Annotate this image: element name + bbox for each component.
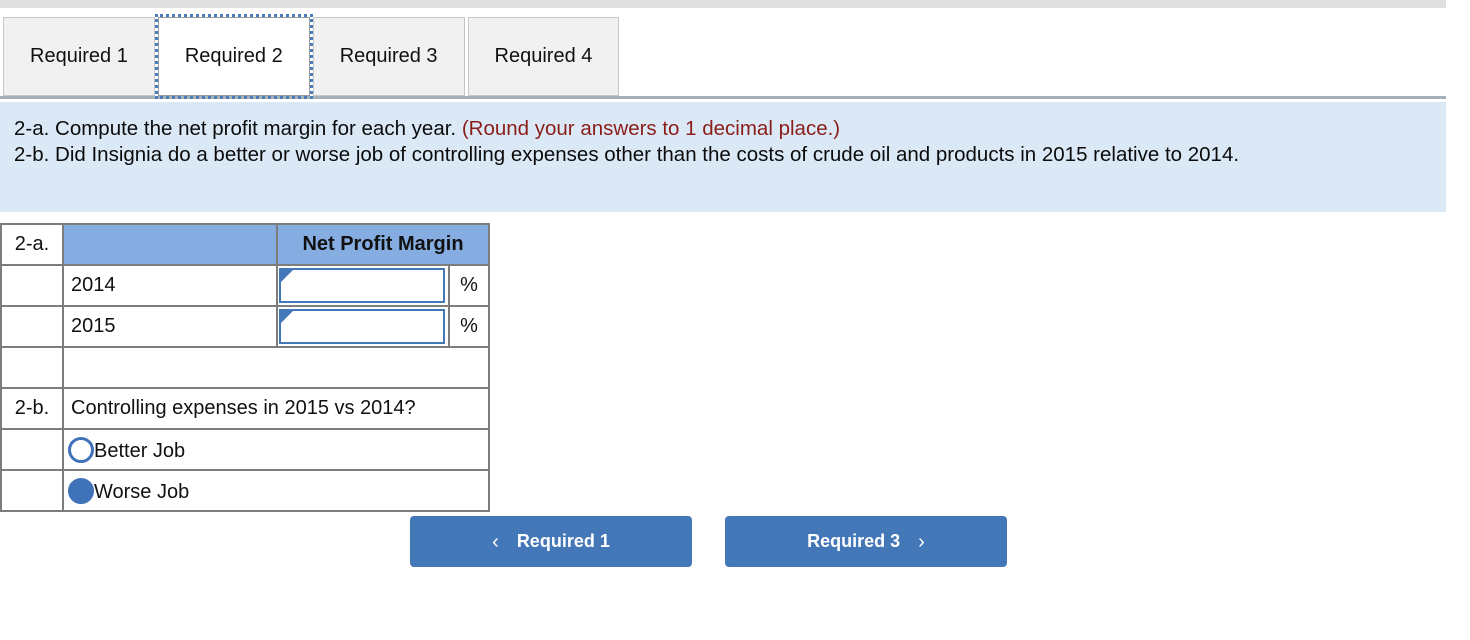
prev-button-label: Required 1 [516, 531, 610, 551]
table-row: 2014 % [0, 264, 490, 307]
part-b-label: 2-b. [0, 387, 64, 430]
npm-2014-input[interactable] [281, 270, 443, 301]
option-worse-job[interactable]: Worse Job [62, 469, 490, 512]
part-a-label: 2-a. [0, 223, 64, 266]
npm-2014-input-box[interactable] [279, 268, 445, 303]
tab-required-2[interactable]: Required 2 [154, 14, 313, 99]
instructions-panel: 2-a. Compute the net profit margin for e… [0, 102, 1446, 212]
row-label-empty [0, 305, 64, 348]
top-gray-strip [0, 0, 1446, 8]
next-button-label: Required 3 [807, 531, 901, 551]
tab-bar: Required 1 Required 2 Required 3 Require… [0, 8, 1446, 99]
percent-symbol-2014: % [448, 264, 490, 307]
instruction-a-rounding-note: (Round your answers to 1 decimal place.) [461, 117, 841, 140]
chevron-left-icon: ‹ [492, 530, 499, 553]
npm-2015-input-box[interactable] [279, 309, 445, 344]
tab-list: Required 1 Required 2 Required 3 Require… [3, 14, 622, 99]
option-better-job-label: Better Job [94, 439, 186, 462]
row-label-empty [0, 428, 64, 471]
instruction-a-text: 2-a. Compute the net profit margin for e… [14, 117, 462, 140]
row-label-empty [0, 469, 64, 512]
table-row: Better Job [0, 428, 490, 471]
npm-2014-input-wrap [278, 267, 446, 304]
instruction-line-a: 2-a. Compute the net profit margin for e… [14, 116, 1432, 142]
row-year-2015: 2015 [62, 305, 278, 348]
header-net-profit-margin: Net Profit Margin [276, 223, 490, 266]
table-spacer-row [0, 346, 490, 389]
radio-worse-job[interactable] [68, 477, 94, 504]
row-label-empty [0, 264, 64, 307]
tab-required-3[interactable]: Required 3 [312, 17, 465, 96]
spacer-label-cell [0, 346, 64, 389]
npm-2015-cell [276, 305, 450, 348]
table-row: 2-b. Controlling expenses in 2015 vs 201… [0, 387, 490, 430]
npm-2015-input-wrap [278, 308, 446, 345]
row-year-2014: 2014 [62, 264, 278, 307]
percent-symbol-2015: % [448, 305, 490, 348]
chevron-right-icon: › [918, 530, 925, 553]
option-worse-job-label: Worse Job [94, 480, 190, 503]
option-better-job[interactable]: Better Job [62, 428, 490, 471]
tab-label: Required 4 [494, 45, 593, 67]
tab-label: Required 1 [30, 45, 128, 67]
instruction-line-b: 2-b. Did Insignia do a better or worse j… [14, 142, 1240, 166]
header-blank-cell [62, 223, 278, 266]
next-required-3-button[interactable]: Required 3 › [725, 516, 1007, 567]
table-row: 2015 % [0, 305, 490, 348]
spacer-cell [62, 346, 490, 389]
tab-required-1[interactable]: Required 1 [3, 17, 155, 96]
navigation-buttons: ‹ Required 1 Required 3 › [410, 516, 1007, 567]
tab-label: Required 3 [339, 45, 438, 67]
table-header-row: 2-a. Net Profit Margin [0, 223, 490, 266]
tab-label: Required 2 [184, 45, 283, 67]
radio-better-job[interactable] [68, 436, 94, 463]
tab-required-4[interactable]: Required 4 [467, 17, 620, 96]
npm-2015-input[interactable] [281, 311, 443, 342]
npm-2014-cell [276, 264, 450, 307]
prev-required-1-button[interactable]: ‹ Required 1 [410, 516, 692, 567]
answer-table: 2-a. Net Profit Margin 2014 % 2015 % 2-b… [0, 223, 490, 512]
part-b-question: Controlling expenses in 2015 vs 2014? [62, 387, 490, 430]
table-row: Worse Job [0, 469, 490, 512]
